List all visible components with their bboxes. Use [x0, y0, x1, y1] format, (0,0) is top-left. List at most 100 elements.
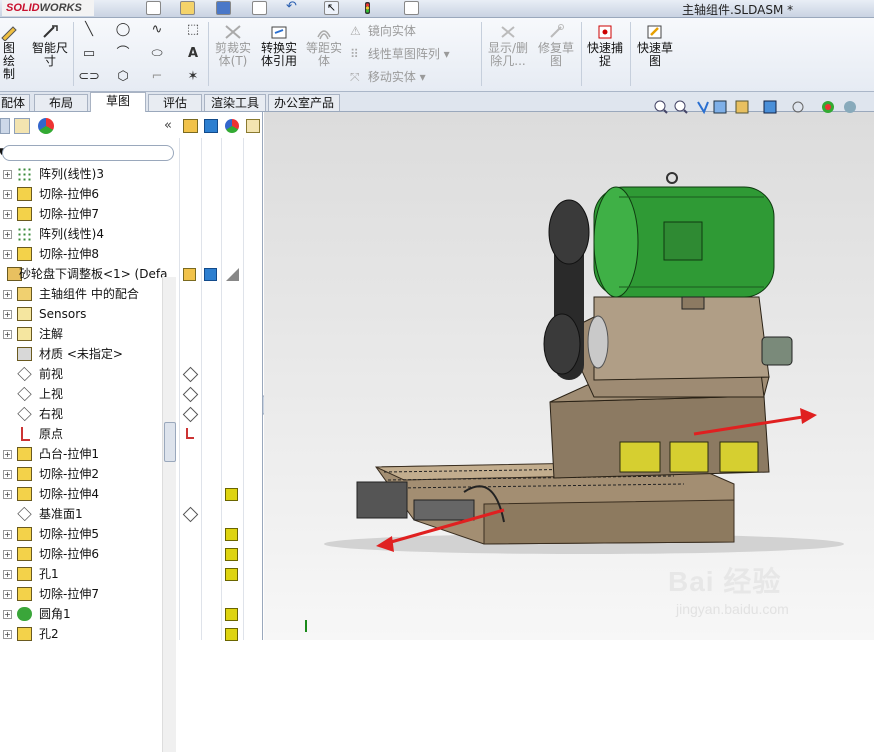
undo-icon[interactable]: ↶	[286, 0, 301, 15]
tree-item[interactable]: 基准面1	[0, 504, 180, 524]
tab-render-tools[interactable]: 渲染工具	[204, 94, 266, 111]
expand-toggle-icon[interactable]: +	[3, 330, 12, 339]
expand-toggle-icon[interactable]: +	[3, 490, 12, 499]
tree-filter-input[interactable]	[2, 145, 174, 161]
brand-right: WORKS	[39, 2, 82, 14]
graphics-area[interactable]: Bai 经验 jingyan.baidu.com	[264, 100, 874, 640]
fillet-tool-icon[interactable]: ⌐	[146, 68, 168, 86]
previous-view-icon[interactable]	[697, 101, 709, 115]
slot-tool-icon[interactable]: ⊂⊃	[78, 68, 100, 86]
expand-toggle-icon[interactable]: +	[3, 290, 12, 299]
hide-show-items-icon[interactable]	[792, 101, 804, 113]
display-manager-tab-icon[interactable]	[38, 118, 54, 134]
tab-evaluate[interactable]: 评估	[148, 94, 202, 111]
construction-tool-icon[interactable]: ⬚	[182, 21, 204, 39]
scrollbar-thumb[interactable]	[164, 422, 176, 462]
save-icon[interactable]	[216, 1, 231, 15]
origin-small-icon	[186, 428, 194, 439]
select-pointer-icon[interactable]: ↖	[324, 1, 339, 15]
tree-item[interactable]: + 注解	[0, 324, 180, 344]
tree-item[interactable]: + 凸台-拉伸1	[0, 444, 180, 464]
tree-scrollbar[interactable]	[162, 277, 176, 752]
tree-item[interactable]: 材质 <未指定>	[0, 344, 180, 364]
trim-entities-button[interactable]: 剪裁实 体(T)	[212, 21, 254, 68]
tree-item[interactable]: + 切除-拉伸5	[0, 524, 180, 544]
appearance-swatch-icon	[225, 548, 238, 561]
file-properties-icon[interactable]	[404, 1, 419, 15]
tree-item[interactable]: + 圆角1	[0, 604, 180, 624]
polygon-tool-icon[interactable]: ⬡	[112, 68, 134, 86]
tree-item[interactable]: 上视	[0, 384, 180, 404]
tree-item[interactable]: 砂轮盘下调整板<1> (Defa	[0, 264, 170, 284]
move-entities-button[interactable]: ⤧ 移动实体 ▾	[350, 68, 426, 86]
tree-item-label: 切除-拉伸6	[39, 547, 99, 561]
expand-toggle-icon[interactable]: +	[3, 470, 12, 479]
expand-toggle-icon[interactable]: +	[3, 190, 12, 199]
expand-toggle-icon[interactable]: +	[3, 450, 12, 459]
tree-item[interactable]: + 阵列(线性)3	[0, 164, 180, 184]
rapid-sketch-button[interactable]: 快速草 图	[634, 21, 676, 68]
expand-toggle-icon[interactable]: +	[3, 570, 12, 579]
expand-toggle-icon[interactable]: +	[3, 310, 12, 319]
tree-item[interactable]: + 切除-拉伸4	[0, 484, 180, 504]
tab-office-products[interactable]: 办公室产品	[268, 94, 340, 111]
tree-item[interactable]: + 孔2	[0, 624, 180, 644]
tree-item[interactable]: 原点	[0, 424, 180, 444]
ellipse-tool-icon[interactable]: ⬭	[146, 45, 168, 63]
tree-item[interactable]: + 切除-拉伸2	[0, 464, 180, 484]
linear-sketch-pattern-button[interactable]: ⠿ 线性草图阵列 ▾	[350, 45, 450, 63]
column-divider	[201, 138, 202, 640]
assembly-model[interactable]	[264, 112, 874, 640]
expand-toggle-icon[interactable]: +	[3, 590, 12, 599]
tree-item[interactable]: + 孔1	[0, 564, 180, 584]
tree-item[interactable]: 前视	[0, 364, 180, 384]
tree-item[interactable]: + Sensors	[0, 304, 180, 324]
tree-item[interactable]: + 切除-拉伸6	[0, 184, 180, 204]
expand-toggle-icon[interactable]: +	[3, 630, 12, 639]
expand-toggle-icon[interactable]: +	[3, 250, 12, 259]
brand-left: SOLID	[6, 2, 40, 14]
convert-entities-button[interactable]: 转换实 体引用	[257, 21, 301, 68]
tree-item[interactable]: + 切除-拉伸7	[0, 204, 180, 224]
expand-toggle-icon[interactable]: +	[3, 210, 12, 219]
rebuild-icon[interactable]	[360, 1, 375, 15]
expand-toggle-icon[interactable]: +	[3, 170, 12, 179]
point-tool-icon[interactable]: ✶	[182, 68, 204, 86]
tree-item[interactable]: + 阵列(线性)4	[0, 224, 180, 244]
smart-dimension-button[interactable]: 智能尺 寸	[28, 21, 72, 68]
tab-sketch[interactable]: 草图	[90, 92, 146, 112]
collapse-panel-icon[interactable]: «	[164, 118, 172, 133]
sketch-button[interactable]: 图绘 制	[0, 21, 20, 81]
appearance-swatch-icon	[225, 608, 238, 621]
spline-tool-icon[interactable]: ∿	[146, 21, 168, 39]
tree-item-label: 材质 <未指定>	[39, 347, 123, 361]
expand-toggle-icon[interactable]: +	[3, 530, 12, 539]
text-tool-icon[interactable]: A	[182, 45, 204, 63]
tree-item[interactable]: + 切除-拉伸8	[0, 244, 180, 264]
new-document-icon[interactable]	[146, 1, 161, 15]
expand-toggle-icon[interactable]: +	[3, 610, 12, 619]
mirror-entities-button[interactable]: ⚠ 镜向实体	[350, 22, 416, 40]
solidworks-logo[interactable]: SOLIDWORKS	[2, 0, 94, 16]
circle-tool-icon[interactable]: ◯	[112, 21, 134, 39]
rectangle-tool-icon[interactable]: ▭	[78, 45, 100, 63]
configuration-tab-icon[interactable]	[14, 118, 30, 134]
tab-assembly[interactable]: 配体	[0, 94, 30, 111]
expand-toggle-icon[interactable]: +	[3, 230, 12, 239]
offset-entities-button[interactable]: 等距实 体	[303, 21, 345, 68]
display-delete-relations-button[interactable]: 显示/删 除几...	[485, 21, 531, 68]
tree-item[interactable]: + 切除-拉伸7	[0, 584, 180, 604]
tree-item-label: Sensors	[39, 307, 87, 321]
property-manager-tab-icon[interactable]	[0, 118, 10, 134]
line-tool-icon[interactable]: ╲	[78, 21, 100, 39]
expand-toggle-icon[interactable]: +	[3, 550, 12, 559]
arc-tool-icon[interactable]: ⌒	[112, 45, 134, 63]
tab-layout[interactable]: 布局	[34, 94, 88, 111]
quick-snaps-button[interactable]: 快速捕 捉	[584, 21, 626, 68]
tree-item[interactable]: + 主轴组件 中的配合	[0, 284, 180, 304]
tree-item[interactable]: + 切除-拉伸6	[0, 544, 180, 564]
repair-sketch-button[interactable]: 修复草 图	[535, 21, 577, 68]
tree-item[interactable]: 右视	[0, 404, 180, 424]
open-folder-icon[interactable]	[180, 1, 195, 15]
print-icon[interactable]	[252, 1, 267, 15]
